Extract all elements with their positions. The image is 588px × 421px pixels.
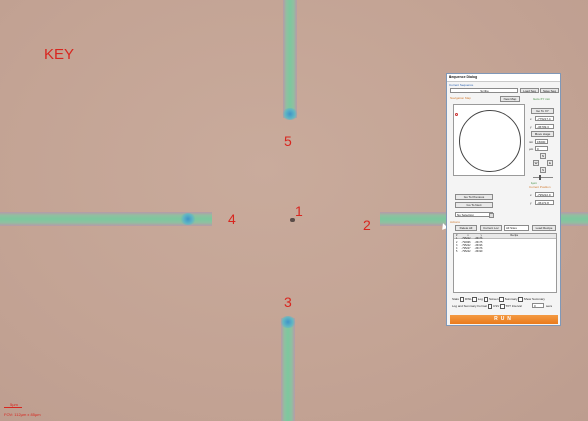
top-line-tip [282,108,298,120]
top-line [283,0,297,118]
wafer-outline [459,110,521,172]
bottom-line-tip [280,316,296,328]
jog-north-button[interactable]: N [540,153,546,159]
left-line-tip [180,213,196,225]
delete-all-button[interactable]: Delete All [455,225,477,231]
navigation-map[interactable] [453,104,525,176]
scale-bar [4,405,22,408]
move-stage-button[interactable]: Move stage [531,131,554,137]
go-to-next-button[interactable]: Go To Next [455,202,493,208]
screen-label: Screen [488,297,499,302]
chevron-down-icon[interactable] [489,213,494,218]
csv-label: CSV [493,304,500,309]
load-seq-button[interactable]: Load Seq [520,88,539,93]
close-icon[interactable]: × [449,75,558,79]
show-summary-label: Show Summary [523,297,545,302]
row-x: -795222 [461,250,471,254]
stats-checkbox[interactable] [459,297,465,302]
site-table-grid: # x y Recipe 1 -795222 -36176 2 -794996 … [454,234,520,254]
marker-2: 2 [363,217,371,233]
pos-y-value: -36172.8 [535,200,554,205]
load-recipe-button[interactable]: Load Recipe [532,225,556,231]
save-seq-button[interactable]: Save Seq [540,88,559,93]
x-label: x [530,117,532,121]
jog-south-button[interactable]: S [540,167,546,173]
sequence-input[interactable]: Scribe [450,88,518,93]
actions-label: Actions [450,220,460,224]
um-input[interactable]: 0 [535,146,548,151]
interval-label: Interval [511,304,522,309]
nm-label: nm [529,140,534,144]
sequence-dialog: Sequence Dialog × Current Sequence Scrib… [446,73,561,326]
dwell-label: DWL [465,297,472,302]
x-input[interactable]: -775217.4 [535,116,554,121]
nm-input[interactable]: 15000 [535,139,548,144]
goto-label: Goto XY mm [533,97,551,101]
map-origin-marker [455,113,458,116]
new-map-button[interactable]: New Map [500,96,520,102]
txt-label: TXT [505,304,511,309]
dwell-checkbox[interactable] [472,297,477,302]
jog-east-button[interactable]: E [547,160,553,166]
pos-y-label: y [530,201,532,205]
current-loc-button[interactable]: Current Loc [480,225,502,231]
screen-checkbox[interactable] [499,297,504,302]
table-row[interactable]: 5 -795222 -36199 [454,250,520,253]
current-sequence-label: Current Sequence [449,83,474,87]
right-line [380,212,446,226]
dialog-titlebar[interactable]: Sequence Dialog × [447,74,560,82]
right-line-far [561,212,588,226]
marker-3: 3 [284,294,292,310]
log-label: Log [477,297,483,302]
log-format-row: Log and Summary Format CSV TXT Interval [452,304,522,309]
jog-west-button[interactable]: W [533,160,539,166]
key-label: KEY [44,46,75,63]
txt-radio[interactable] [500,304,505,309]
go-to-previous-button[interactable]: Go To Previous [455,194,493,200]
y-label: y [530,125,532,129]
interval-unit: secs [546,304,553,308]
current-position-label: Current Position [529,185,551,189]
options-row: Stats DWL Log Screen Summary Show Summar… [452,297,545,302]
bottom-line [281,318,295,421]
stats-label: Stats [452,297,459,302]
run-button[interactable]: RUN [450,315,558,324]
go-to-xy-button[interactable]: Go To XY [531,108,554,114]
all-sites-dropdown[interactable]: All Sites [504,225,529,231]
marker-5: 5 [284,133,292,149]
interval-input[interactable]: 0 [532,303,544,308]
selection-dropdown[interactable]: No Selection [455,212,493,217]
row-recipe [484,250,520,253]
fov-label: FOV: 112µm x 85µm [4,412,41,417]
marker-4: 4 [228,211,236,227]
summary-label: Summary [504,297,518,302]
navigation-map-label: Navigation Map [450,96,471,100]
marker-1: 1 [295,203,303,219]
row-y: -36199 [474,250,483,254]
pos-x-label: x [530,193,532,197]
um-label: µm [529,147,534,151]
csv-radio[interactable] [487,304,493,309]
y-input[interactable]: -36709.3 [535,124,554,129]
zoom-slider-thumb[interactable] [539,175,541,180]
summary-checkbox[interactable] [518,297,523,302]
log-checkbox[interactable] [483,297,489,302]
zoom-slider[interactable] [533,177,553,178]
pos-x-value: -795222.9 [535,192,554,197]
log-format-label: Log and Summary Format [452,304,487,309]
